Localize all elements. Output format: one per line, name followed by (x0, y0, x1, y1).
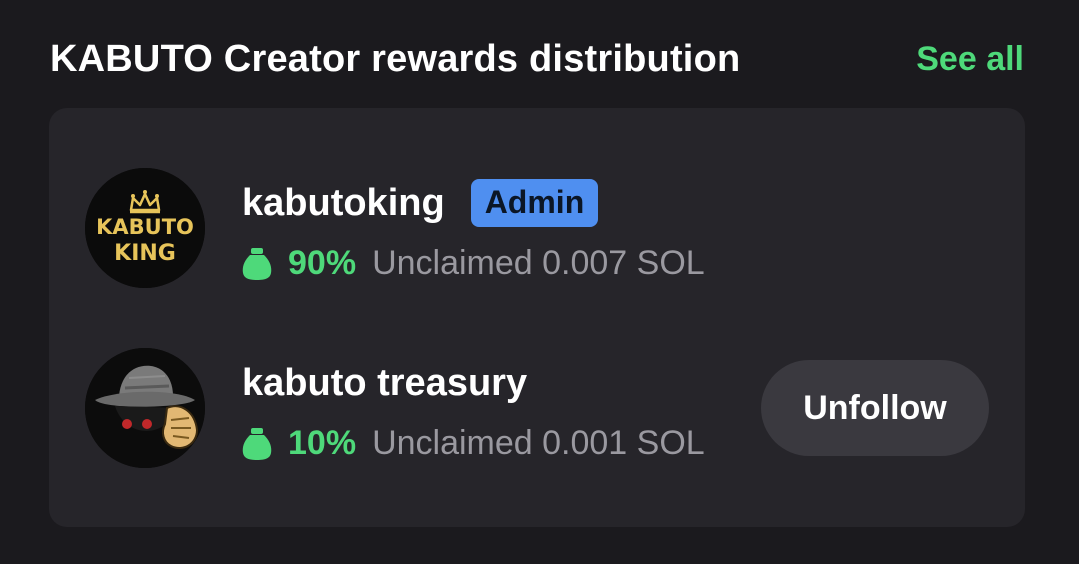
reward-stats: 90% Unclaimed 0.007 SOL (242, 238, 705, 288)
recipient-name[interactable]: kabuto treasury (242, 362, 527, 405)
recipient-row: KABUTO KING kabutoking Admin 90% Unclaim… (49, 166, 1025, 296)
section-title: KABUTO Creator rewards distribution (50, 37, 741, 80)
svg-text:KABUTO: KABUTO (96, 215, 194, 239)
see-all-link[interactable]: See all (916, 40, 1024, 79)
svg-text:KING: KING (114, 241, 176, 266)
recipient-row: kabuto treasury 10% Unclaimed 0.001 SOL … (49, 346, 1025, 476)
kabuto-king-logo: KABUTO KING (85, 168, 205, 288)
percent-share: 90% (288, 243, 357, 282)
reward-stats: 10% Unclaimed 0.001 SOL (242, 418, 705, 468)
money-bag-icon (242, 245, 272, 281)
avatar-kabutoking[interactable]: KABUTO KING (85, 168, 205, 288)
unclaimed-amount: Unclaimed 0.007 SOL (372, 243, 705, 282)
unfollow-button[interactable]: Unfollow (761, 360, 989, 456)
money-bag-icon (242, 425, 272, 461)
rewards-card: KABUTO KING kabutoking Admin 90% Unclaim… (49, 108, 1025, 527)
name-line: kabutoking Admin (242, 174, 599, 232)
name-line: kabuto treasury (242, 354, 527, 412)
percent-share: 10% (288, 423, 357, 462)
recipient-name[interactable]: kabutoking (242, 182, 445, 225)
hat-figure-avatar-icon (85, 348, 205, 468)
section-header: KABUTO Creator rewards distribution See … (50, 36, 1024, 82)
unclaimed-amount: Unclaimed 0.001 SOL (372, 423, 705, 462)
avatar-kabuto-treasury[interactable] (85, 348, 205, 468)
admin-badge: Admin (470, 179, 599, 227)
